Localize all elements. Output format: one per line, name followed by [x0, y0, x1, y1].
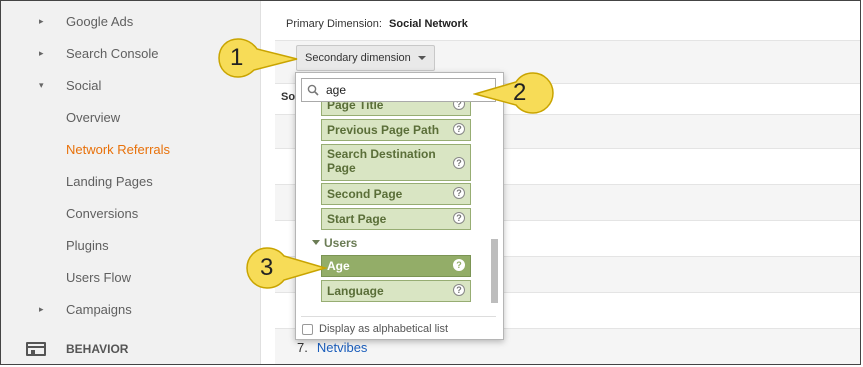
behavior-icon: [26, 342, 46, 356]
help-icon[interactable]: ?: [453, 259, 465, 271]
list-item-selected[interactable]: Age ?: [321, 255, 471, 277]
expand-arrow-icon: ▸: [39, 303, 44, 314]
list-item-label: Search Destination Page: [327, 147, 436, 175]
sidebar-item-label: Google Ads: [66, 13, 134, 29]
primary-dimension-label: Primary Dimension:: [286, 18, 382, 30]
list-item-label: Second Page: [327, 187, 403, 201]
sidebar-item-plugins[interactable]: Plugins: [1, 229, 260, 261]
collapse-arrow-icon: [312, 240, 320, 245]
list-item[interactable]: Second Page ?: [321, 183, 471, 205]
list-item[interactable]: Language ?: [321, 280, 471, 302]
secondary-dimension-label: Secondary dimension: [305, 52, 411, 64]
callout-number: 1: [230, 44, 244, 71]
sidebar-item-label: Network Referrals: [66, 141, 171, 157]
row-link[interactable]: Netvibes: [317, 340, 368, 355]
sidebar-item-label: Search Console: [66, 45, 159, 61]
sidebar-item-label: Users Flow: [66, 269, 132, 285]
divider: [275, 40, 860, 41]
help-icon[interactable]: ?: [453, 102, 465, 110]
secondary-dimension-button[interactable]: Secondary dimension: [296, 45, 435, 71]
list-item-label: Page Title: [327, 102, 384, 112]
callout-bubble-icon: [246, 247, 327, 289]
list-item[interactable]: Previous Page Path ?: [321, 119, 471, 141]
sidebar-item-label: Conversions: [66, 205, 139, 221]
help-icon[interactable]: ?: [453, 284, 465, 296]
scrollbar[interactable]: [491, 239, 498, 303]
dimension-list: Page Title ? Previous Page Path ? Search…: [296, 102, 503, 308]
list-item-label: Start Page: [327, 212, 387, 226]
divider: [301, 316, 496, 317]
sidebar-item-label: Landing Pages: [66, 173, 153, 189]
alphabetical-label: Display as alphabetical list: [319, 323, 449, 335]
list-item-label: Previous Page Path: [327, 123, 440, 137]
alphabetical-toggle[interactable]: Display as alphabetical list: [302, 323, 448, 335]
search-input[interactable]: [326, 82, 486, 98]
callout-3: 3: [245, 246, 327, 290]
help-icon[interactable]: ?: [453, 212, 465, 224]
sidebar-item-network-referrals[interactable]: Network Referrals: [1, 133, 260, 165]
column-header[interactable]: So: [281, 91, 295, 103]
search-icon: [307, 84, 319, 96]
sidebar-item-label: Plugins: [66, 237, 109, 253]
help-icon[interactable]: ?: [453, 123, 465, 135]
collapse-arrow-icon: ▾: [39, 79, 44, 90]
sidebar-item-users-flow[interactable]: Users Flow: [1, 261, 260, 293]
callout-number: 3: [260, 254, 274, 281]
sidebar-item-landing-pages[interactable]: Landing Pages: [1, 165, 260, 197]
list-item[interactable]: Page Title ?: [321, 102, 471, 116]
row-index: 7.: [297, 340, 308, 355]
sidebar-item-google-ads[interactable]: ▸ Google Ads: [1, 5, 260, 37]
dimension-search-box[interactable]: [301, 78, 496, 102]
screenshot-frame: ▸ Google Ads ▸ Search Console ▾ Social O…: [0, 0, 861, 365]
chevron-down-icon: [418, 56, 426, 60]
group-label: Users: [324, 236, 358, 250]
sidebar-item-conversions[interactable]: Conversions: [1, 197, 260, 229]
sidebar-item-behavior[interactable]: BEHAVIOR: [1, 333, 260, 364]
primary-dimension: Primary Dimension: Social Network: [286, 18, 468, 30]
sidebar-item-label: BEHAVIOR: [66, 342, 129, 356]
expand-arrow-icon: ▸: [39, 15, 44, 26]
list-item[interactable]: Search Destination Page ?: [321, 144, 471, 181]
callout-1: 1: [217, 37, 299, 79]
sidebar-item-label: Overview: [66, 109, 121, 125]
expand-arrow-icon: ▸: [39, 47, 44, 58]
list-item-label: Age: [327, 259, 350, 273]
help-icon[interactable]: ?: [453, 157, 465, 169]
callout-2: 2: [473, 71, 555, 115]
help-icon[interactable]: ?: [453, 187, 465, 199]
table-row: 7. Netvibes: [297, 340, 367, 355]
checkbox[interactable]: [302, 323, 313, 335]
list-item-label: Language: [327, 284, 384, 298]
sidebar-item-campaigns[interactable]: ▸ Campaigns: [1, 293, 260, 325]
primary-dimension-value[interactable]: Social Network: [389, 18, 468, 30]
list-item[interactable]: Start Page ?: [321, 208, 471, 230]
callout-number: 2: [513, 79, 527, 106]
sidebar-item-label: Campaigns: [66, 301, 132, 317]
sidebar-item-label: Social: [66, 77, 102, 93]
sidebar-item-overview[interactable]: Overview: [1, 101, 260, 133]
